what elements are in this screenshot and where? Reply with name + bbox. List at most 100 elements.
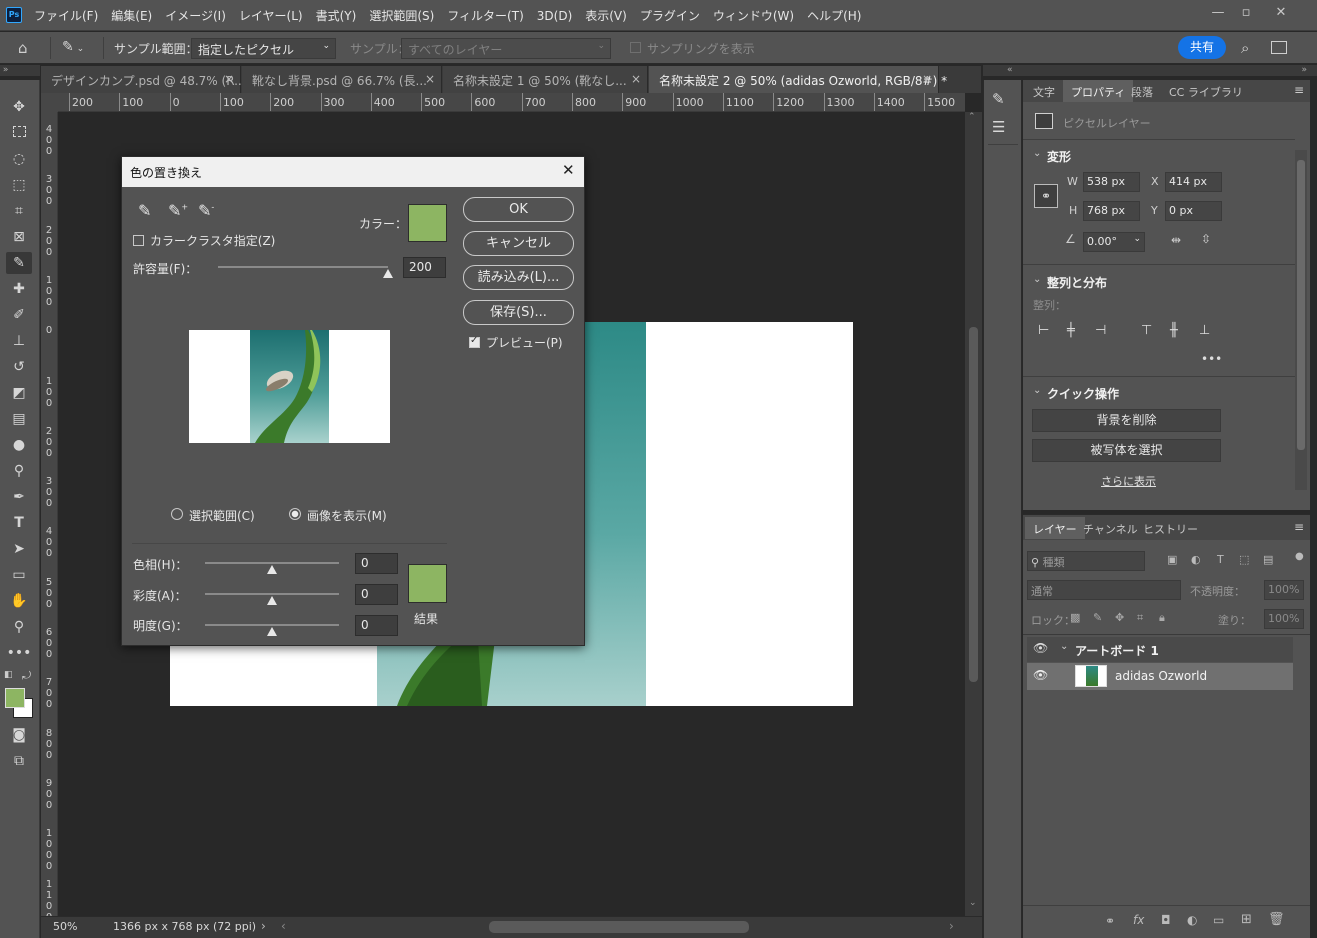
selection-radio[interactable] (171, 508, 183, 520)
fuzziness-field[interactable]: 200 (403, 257, 446, 278)
align-top-icon[interactable]: ⊤ (1141, 323, 1152, 338)
share-button[interactable]: 共有 (1178, 36, 1226, 59)
filter-shape-icon[interactable]: ⬚ (1239, 553, 1249, 566)
new-group-icon[interactable]: ▭ (1213, 913, 1224, 927)
height-field[interactable]: 768 px (1083, 201, 1140, 221)
chevron-right-icon[interactable]: › (261, 919, 266, 933)
lock-artboard-icon[interactable]: ⌗ (1137, 611, 1143, 625)
ok-button[interactable]: OK (463, 197, 574, 222)
eraser-tool-icon[interactable]: ◩ (6, 382, 32, 404)
align-left-icon[interactable]: ⊢ (1038, 323, 1049, 338)
load-button[interactable]: 読み込み(L)... (463, 265, 574, 290)
opacity-field[interactable]: 100% (1264, 580, 1304, 600)
menu-plugins[interactable]: プラグイン (640, 7, 700, 24)
transform-title[interactable]: 変形 (1047, 148, 1071, 165)
menu-image[interactable]: イメージ(I) (165, 7, 226, 24)
fx-icon[interactable]: fx (1133, 913, 1144, 927)
panel-menu-icon[interactable]: ≡ (1294, 83, 1304, 97)
result-color-swatch[interactable] (408, 564, 447, 603)
hue-field[interactable]: 0 (355, 553, 398, 574)
tab-untitled-2[interactable]: 名称未設定 2 @ 50% (adidas Ozworld, RGB/8#) *… (649, 66, 947, 93)
pen-tool-icon[interactable]: ✒ (6, 486, 32, 508)
blend-mode-select[interactable]: 通常 (1027, 580, 1181, 600)
brush-tool-icon[interactable]: ✐ (6, 304, 32, 326)
remove-background-button[interactable]: 背景を削除 (1032, 409, 1221, 432)
hue-slider-track[interactable] (205, 562, 339, 564)
menu-3d[interactable]: 3D(D) (537, 9, 572, 23)
select-subject-button[interactable]: 被写体を選択 (1032, 439, 1221, 462)
link-proportions-icon[interactable]: ⚭ (1034, 184, 1058, 208)
x-field[interactable]: 414 px (1165, 172, 1222, 192)
menu-layer[interactable]: レイヤー(L) (239, 7, 303, 24)
gradient-tool-icon[interactable]: ▤ (6, 408, 32, 430)
swap-colors-icon[interactable]: ⤾ (22, 669, 31, 683)
fuzziness-slider-track[interactable] (218, 266, 388, 268)
fill-field[interactable]: 100% (1264, 609, 1304, 629)
preview-checkbox[interactable]: ✓ (469, 335, 480, 348)
path-select-tool-icon[interactable]: ➤ (6, 538, 32, 560)
link-layers-icon[interactable]: ⚭ (1105, 914, 1115, 928)
zoom-tool-icon[interactable]: ⚲ (6, 616, 32, 638)
eyedropper-plus-icon[interactable]: ✎+ (168, 201, 188, 220)
filter-toggle-icon[interactable]: ● (1295, 551, 1304, 562)
lasso-tool-icon[interactable]: ◌ (6, 148, 32, 170)
show-ring-checkbox[interactable] (630, 42, 641, 53)
lock-pixels-icon[interactable]: ✎ (1093, 611, 1102, 624)
quick-actions-title[interactable]: クイック操作 (1047, 385, 1119, 402)
menu-filter[interactable]: フィルター(T) (447, 7, 523, 24)
chevron-down-icon[interactable]: ⌄ (1033, 385, 1041, 396)
type-tool-icon[interactable]: T (6, 512, 32, 534)
image-radio[interactable] (289, 508, 301, 520)
menu-edit[interactable]: 編集(E) (111, 7, 152, 24)
brush-settings-icon[interactable]: ✎ (992, 90, 1005, 108)
menu-type[interactable]: 書式(Y) (316, 7, 357, 24)
menu-help[interactable]: ヘルプ(H) (807, 7, 861, 24)
quick-mask-icon[interactable]: ◙ (6, 724, 32, 746)
layer-row-adidas[interactable]: 👁︎ adidas Ozworld (1027, 663, 1293, 690)
filter-type-icon[interactable]: T (1217, 553, 1224, 566)
dialog-close-icon[interactable]: ✕ (562, 161, 575, 179)
flip-horizontal-icon[interactable]: ⇹ (1171, 233, 1181, 247)
workspace-icon[interactable] (1271, 41, 1287, 54)
move-tool-icon[interactable]: ✥ (6, 96, 32, 118)
localized-clusters-checkbox[interactable] (133, 235, 144, 246)
minimize-icon[interactable]: — (1207, 3, 1229, 23)
marquee-tool-icon[interactable] (6, 122, 32, 144)
align-center-h-icon[interactable]: ╪ (1067, 323, 1075, 338)
close-window-icon[interactable]: ✕ (1270, 3, 1292, 23)
default-colors-icon[interactable]: ◧ (4, 670, 13, 680)
rectangle-tool-icon[interactable]: ▭ (6, 564, 32, 586)
close-icon[interactable]: × (922, 72, 932, 86)
tab-design-comp[interactable]: デザインカンプ.psd @ 48.7% (R... × (41, 66, 246, 93)
stamp-tool-icon[interactable]: ⊥ (6, 330, 32, 352)
zoom-level[interactable]: 50% (53, 920, 77, 933)
saturation-slider-track[interactable] (205, 593, 339, 595)
show-more-link[interactable]: さらに表示 (1101, 473, 1156, 489)
add-mask-icon[interactable]: ◘ (1161, 913, 1171, 927)
eyedropper-tool-icon[interactable]: ✎ (6, 252, 32, 274)
lock-position-icon[interactable]: ✥ (1115, 611, 1124, 624)
chevron-down-icon[interactable]: ⌄ (1033, 148, 1041, 159)
panel-menu-icon[interactable]: ≡ (1294, 520, 1304, 534)
hue-slider-thumb[interactable] (267, 565, 277, 574)
tab-cc-libraries[interactable]: CC ライブラリ (1161, 80, 1251, 102)
close-icon[interactable]: × (631, 72, 641, 86)
screen-mode-icon[interactable]: ⧉ (6, 750, 32, 772)
tab-no-shoe-bg[interactable]: 靴なし背景.psd @ 66.7% (長... × (242, 66, 442, 93)
panels-collapse[interactable]: «» (983, 65, 1317, 76)
width-field[interactable]: 538 px (1083, 172, 1140, 192)
close-icon[interactable]: × (425, 72, 435, 86)
artboard-layer-row[interactable]: 👁︎ ⌄ アートボード 1 (1027, 637, 1293, 662)
new-layer-icon[interactable]: ⊞ (1241, 912, 1252, 927)
new-adjustment-icon[interactable]: ◐ (1187, 913, 1197, 927)
menu-file[interactable]: ファイル(F) (34, 7, 98, 24)
document-info[interactable]: 1366 px x 768 px (72 ppi) (113, 920, 256, 933)
lightness-slider-track[interactable] (205, 624, 339, 626)
filter-adjustment-icon[interactable]: ◐ (1191, 553, 1201, 566)
menu-window[interactable]: ウィンドウ(W) (713, 7, 794, 24)
object-select-tool-icon[interactable]: ⬚ (6, 174, 32, 196)
more-tools-icon[interactable]: ••• (6, 642, 32, 664)
photoshop-logo-icon[interactable]: Ps (6, 7, 22, 23)
foreground-color-swatch[interactable] (5, 688, 25, 708)
sample-size-select[interactable]: 指定したピクセル ⌄ (191, 38, 336, 59)
